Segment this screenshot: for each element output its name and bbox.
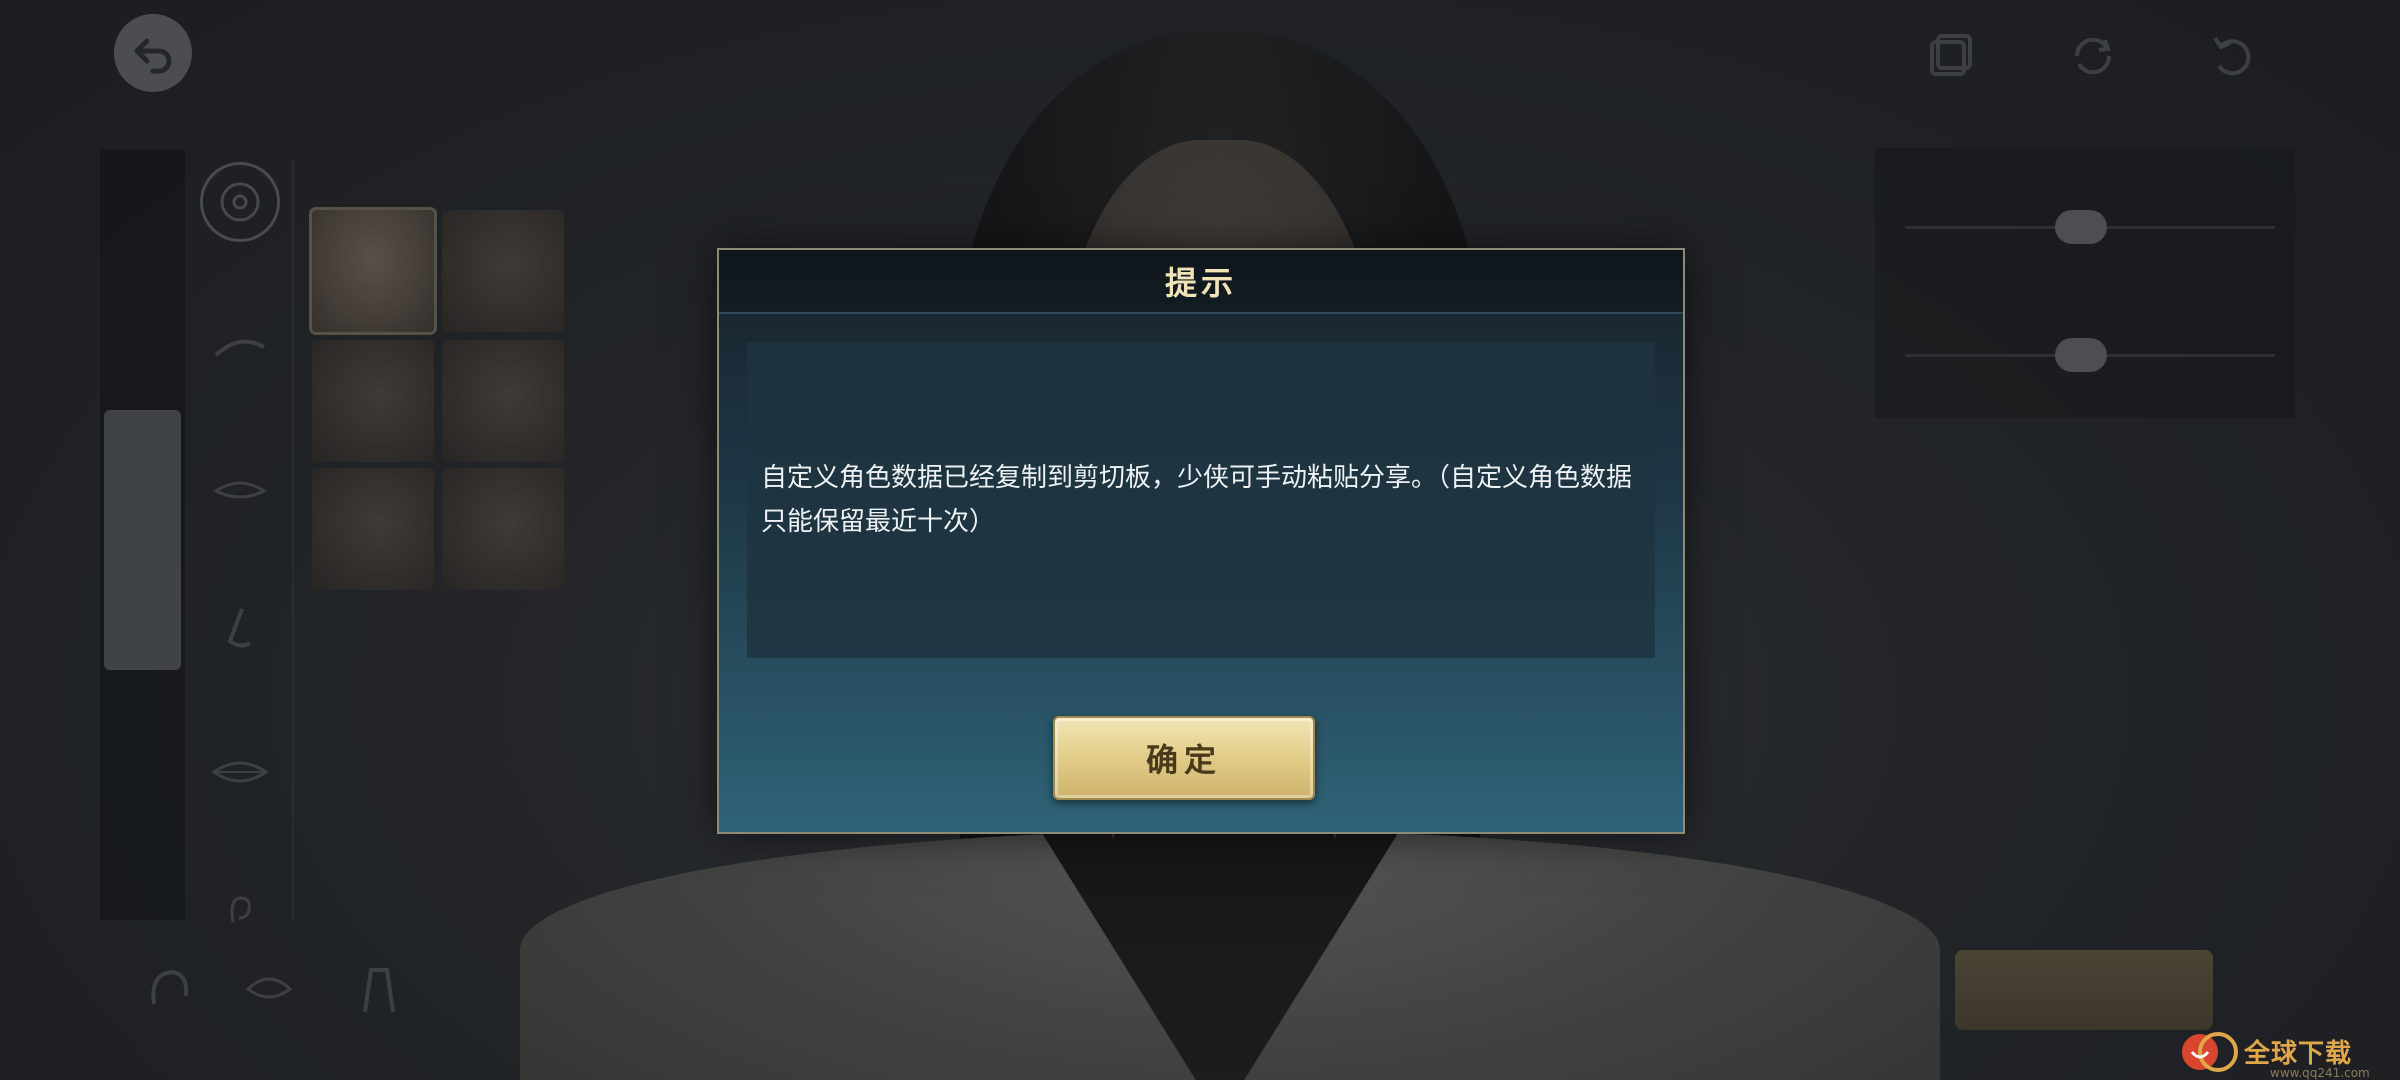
prompt-dialog: 提示 自定义角色数据已经复制到剪切板，少侠可手动粘贴分享。（自定义角色数据只能保… bbox=[717, 248, 1685, 834]
dialog-message: 自定义角色数据已经复制到剪切板，少侠可手动粘贴分享。（自定义角色数据只能保留最近… bbox=[761, 463, 1633, 537]
watermark-text: 全球下载 bbox=[2244, 1038, 2353, 1069]
watermark-logo-icon bbox=[2182, 1032, 2238, 1072]
dialog-title: 提示 bbox=[1164, 264, 1237, 302]
game-screen: 提示 自定义角色数据已经复制到剪切板，少侠可手动粘贴分享。（自定义角色数据只能保… bbox=[0, 0, 2400, 1080]
watermark-url: www.qq241.com bbox=[2270, 1066, 2370, 1080]
confirm-label: 确定 bbox=[1145, 741, 1222, 779]
dialog-header: 提示 bbox=[719, 250, 1683, 314]
confirm-button[interactable]: 确定 bbox=[1053, 716, 1315, 800]
message-box: 自定义角色数据已经复制到剪切板，少侠可手动粘贴分享。（自定义角色数据只能保留最近… bbox=[747, 342, 1655, 658]
